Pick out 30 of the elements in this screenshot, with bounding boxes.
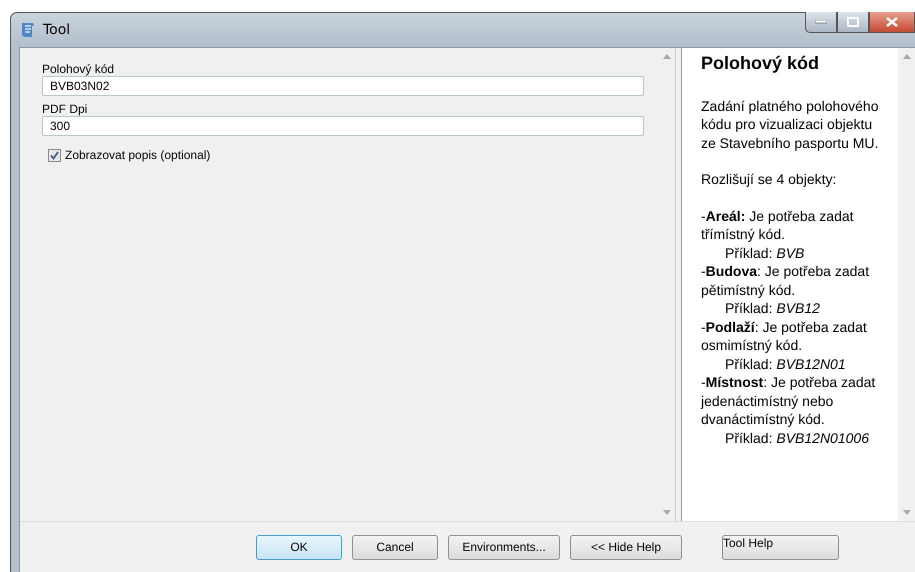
input-field[interactable]: 300: [42, 116, 644, 136]
help-entry: -Areál: Je potřeba zadat třímístný kód.: [701, 206, 855, 244]
checkbox[interactable]: [48, 148, 61, 162]
help-entry: -Místnost: Je potřeba zadat jedenáctimístný nebo dvanáctimístný kód.: [701, 373, 876, 428]
help-paragraph: Zadání platného polohového kódu pro vizualizaci objektu ze Stavebního pasportu MU.: [701, 96, 880, 152]
maximize-button[interactable]: [837, 12, 869, 33]
dialog-button[interactable]: << Hide Help: [570, 534, 682, 560]
help-entry: -Podlaží: Je potřeba zadat osmimístný kód.: [701, 318, 868, 354]
checkbox-label[interactable]: Zobrazovat popis (optional): [65, 148, 210, 162]
help-entry: -Budova: Je potřeba zadat pětimístný kód.: [701, 262, 870, 299]
field-label: PDF Dpi: [42, 102, 88, 116]
example-text: Příklad: BVB12: [724, 299, 821, 318]
example-text: Příklad: BVB12N01: [724, 354, 847, 373]
field-label: Polohový kód: [42, 62, 116, 76]
minimize-button[interactable]: [805, 12, 837, 33]
scroll-icon: [19, 21, 37, 39]
maximize-icon: [847, 17, 859, 27]
dialog-button[interactable]: OK: [256, 534, 342, 560]
close-icon: [886, 17, 898, 27]
dialog-button[interactable]: Environments...: [448, 534, 560, 560]
help-paragraph: Rozlišují se 4 objekty:: [701, 170, 838, 188]
example-text: Příklad: BVB12N01006: [724, 428, 870, 447]
window-title: Tool: [43, 22, 70, 38]
close-button[interactable]: [869, 12, 915, 33]
example-text: Příklad: BVB: [724, 244, 806, 262]
input-field[interactable]: BVB03N02: [42, 76, 644, 96]
dialog-button[interactable]: Cancel: [352, 534, 438, 560]
minimize-icon: [815, 20, 827, 24]
dialog-button[interactable]: Tool Help: [722, 534, 839, 560]
help-title: Polohový kód: [701, 54, 820, 72]
